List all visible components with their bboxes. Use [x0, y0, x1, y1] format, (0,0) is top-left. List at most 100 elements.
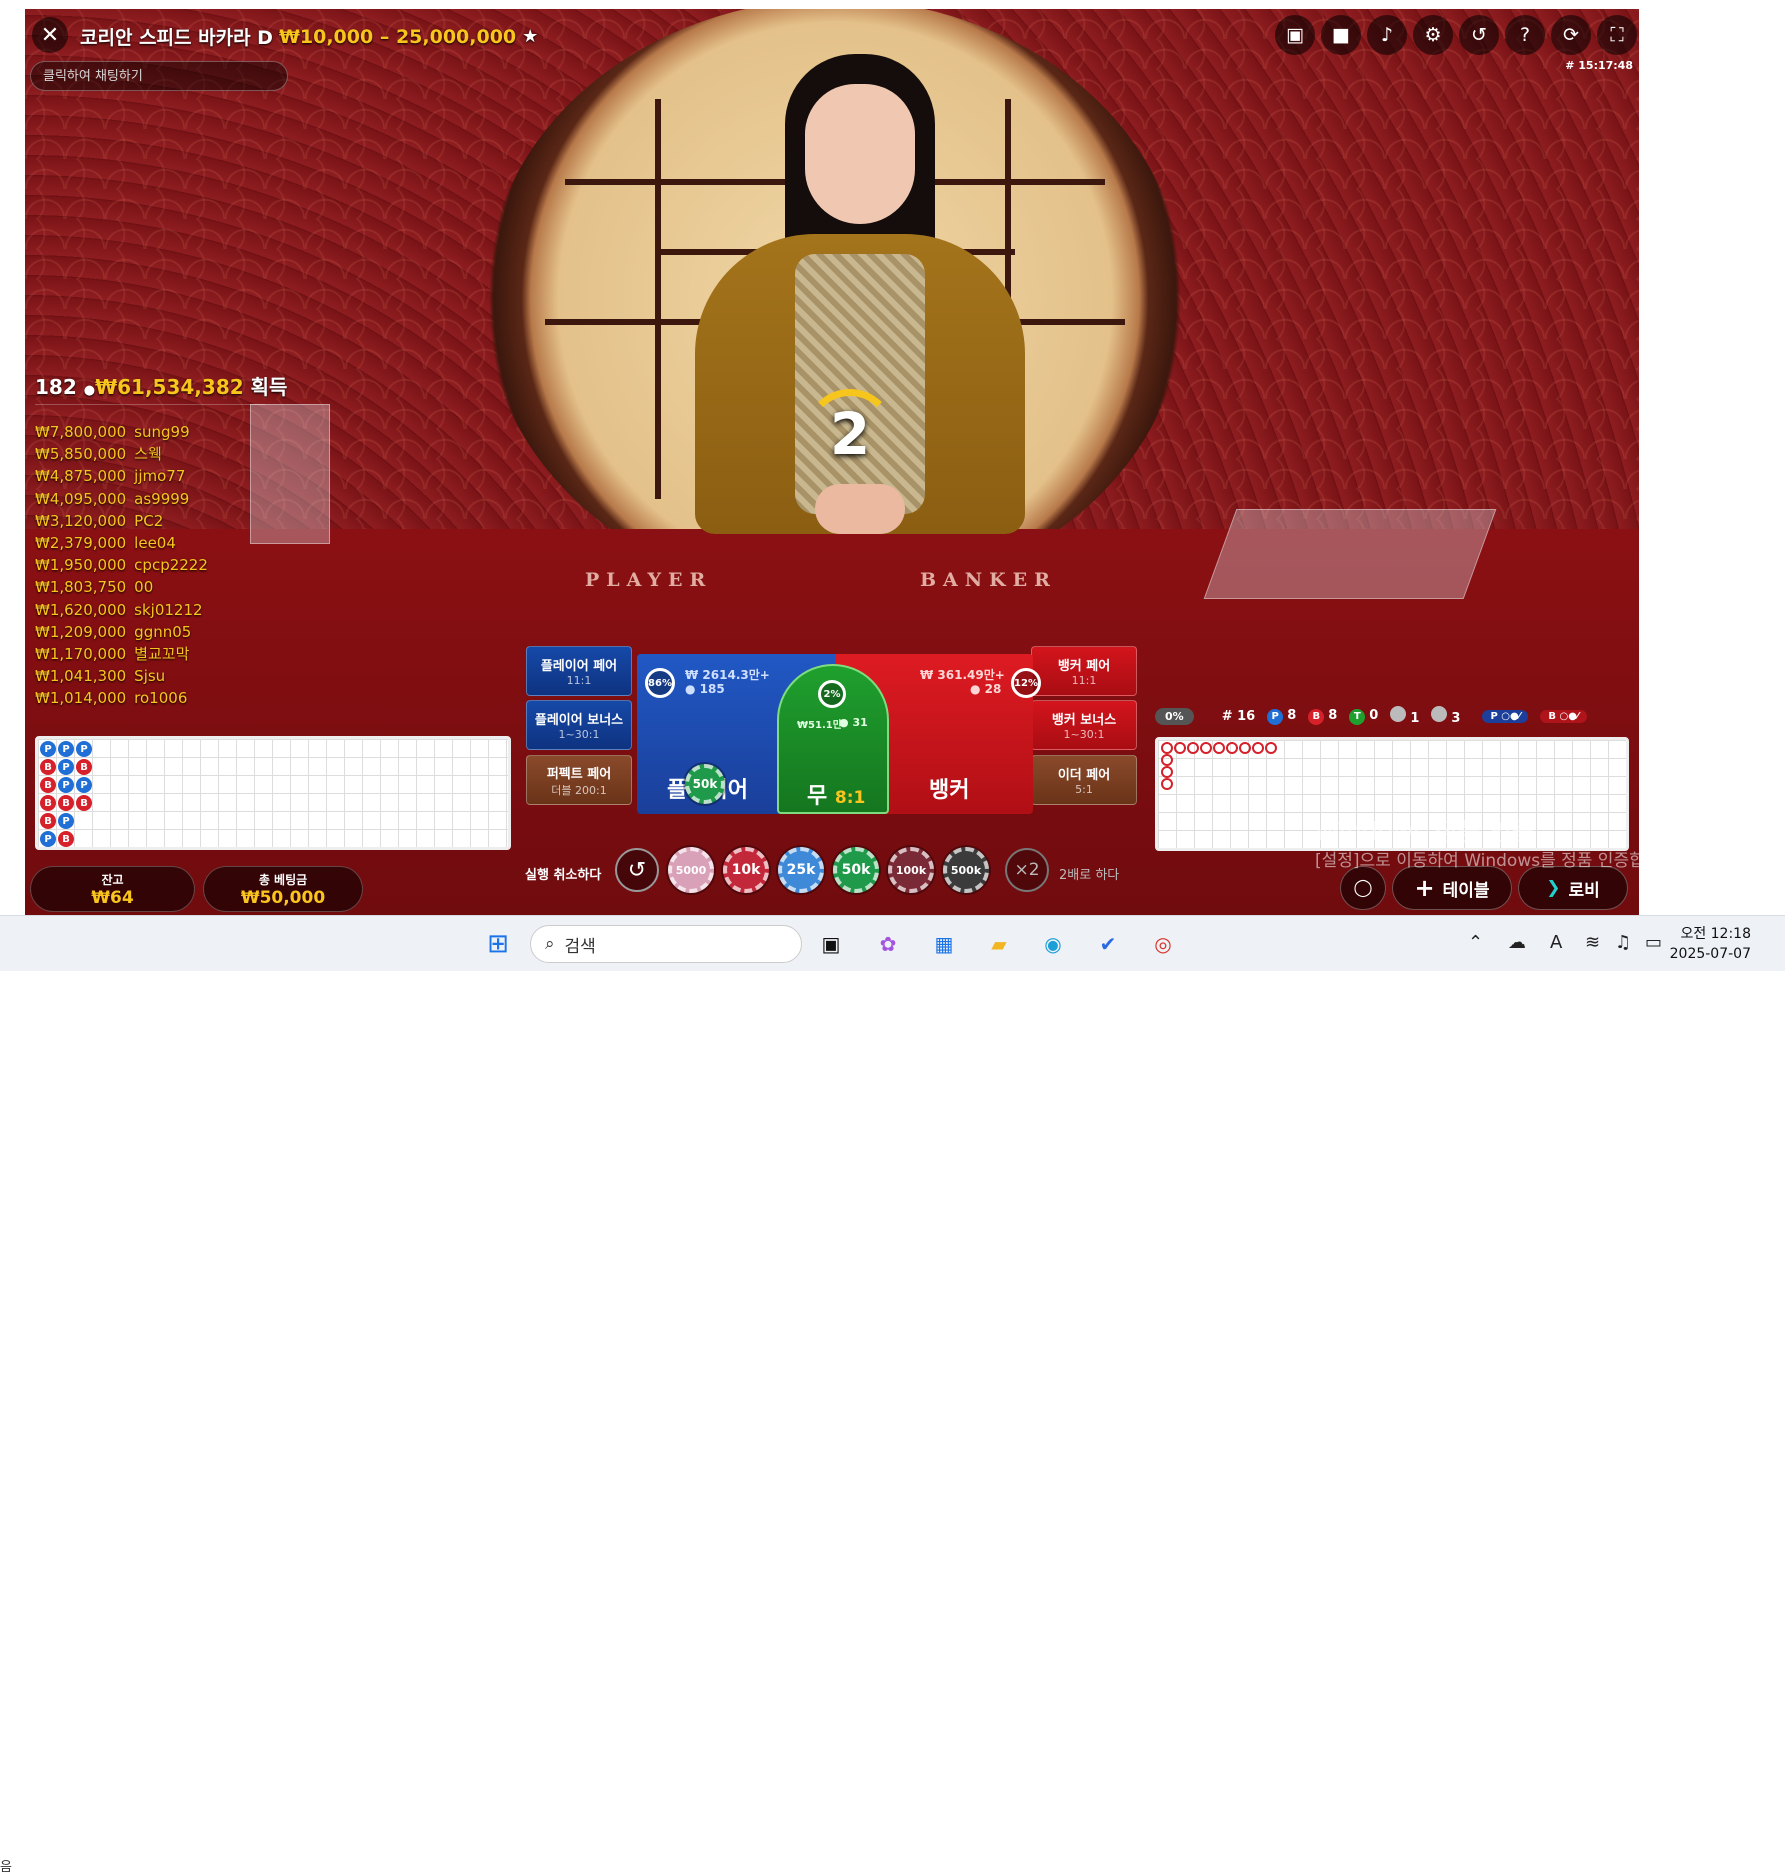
placed-chip[interactable]: 50k — [685, 764, 725, 804]
bead-banker: B — [40, 777, 56, 793]
tie-bet[interactable]: 2% ₩51.1만 ● 31 무 8:1 — [777, 664, 889, 814]
chip-100k[interactable]: 100k — [888, 847, 934, 893]
close-button[interactable]: ✕ — [32, 17, 68, 53]
winner-name: ggnn05 — [134, 622, 192, 641]
player-wins: P8 — [1267, 708, 1296, 725]
banker-pair-bet[interactable]: 뱅커 페어 11:1 — [1031, 646, 1137, 696]
either-pair-bet[interactable]: 이더 페어 5:1 — [1031, 755, 1137, 805]
winner-amount: ₩1,170,000 — [35, 645, 127, 664]
winner-name: 00 — [134, 578, 154, 597]
winner-amount: ₩1,014,000 — [35, 689, 127, 708]
dealer — [665, 44, 1055, 564]
player-pair-bet[interactable]: 플레이어 페어 11:1 — [526, 646, 632, 696]
winner-name: Sjsu — [134, 667, 166, 686]
volume-icon[interactable]: ♪ — [1367, 15, 1407, 55]
bead-player: P — [58, 813, 74, 829]
fullscreen-icon[interactable]: ⛶ — [1597, 15, 1637, 55]
double-button[interactable]: ×2 — [1005, 848, 1049, 892]
task-view-icon[interactable]: ▣ — [815, 928, 847, 960]
banker-bet-amount: ₩ 361.49만+ — [920, 668, 1005, 682]
winner-row: ₩5,850,000 스웩 — [35, 443, 208, 465]
taskbar-clock[interactable]: 오전 12:18 2025-07-07 — [1670, 924, 1751, 964]
road-mark — [1161, 754, 1173, 766]
banker-bonus-odds: 1~30:1 — [1063, 728, 1105, 741]
winner-name: sung99 — [134, 423, 190, 441]
todo-icon[interactable]: ✔ — [1092, 928, 1124, 960]
winner-name: 스웩 — [134, 445, 162, 464]
chat-input[interactable] — [30, 61, 288, 91]
player-table-label: PLAYER — [585, 569, 713, 591]
banker-count: ● 28 — [970, 682, 1002, 696]
chat-bubble-icon: ◯ — [1353, 878, 1373, 898]
start-icon[interactable]: ⊞ — [482, 928, 514, 960]
banker-predict-button[interactable]: B ○●⁄ — [1540, 709, 1587, 723]
refresh-icon[interactable]: ⟳ — [1551, 15, 1591, 55]
road-mark — [1226, 742, 1238, 754]
banker-bonus-bet[interactable]: 뱅커 보너스 1~30:1 — [1031, 700, 1137, 750]
countdown-timer: 2 — [805, 389, 895, 479]
bead-player: P — [76, 741, 92, 757]
chip-5000[interactable]: 5000 — [668, 847, 714, 893]
copilot-icon[interactable]: ✿ — [872, 928, 904, 960]
winner-count: 182 — [35, 375, 77, 399]
bead-player: P — [40, 831, 56, 847]
plus-icon: + — [1414, 874, 1435, 902]
taskbar-search[interactable]: ⌕ 검색 — [530, 925, 802, 963]
chat-toggle-button[interactable]: ◯ — [1340, 866, 1386, 910]
clock-time: 오전 12:18 — [1680, 926, 1751, 942]
file-explorer-icon[interactable]: ▰ — [983, 928, 1015, 960]
banker-percent: 12% — [1011, 668, 1041, 698]
edge-icon[interactable]: ◉ — [1037, 928, 1069, 960]
lobby-icon: ❯ — [1546, 878, 1561, 898]
store-icon[interactable]: ▦ — [928, 928, 960, 960]
banker-pair-odds: 11:1 — [1071, 674, 1097, 687]
volume-tray-icon[interactable]: ♫ — [1615, 932, 1631, 953]
favorite-star-icon[interactable]: ★ — [522, 26, 538, 47]
bead-road[interactable]: PPPBPBBPPBBBBPPB — [35, 736, 511, 850]
total-bet-label: 총 베팅금 — [258, 872, 308, 887]
winner-amount: ₩4,095,000 — [35, 489, 127, 508]
cloud-off-icon[interactable]: ☁ — [1508, 932, 1526, 953]
player-pair-count: 1 — [1390, 706, 1419, 726]
ime-icon[interactable]: A — [1550, 932, 1562, 953]
perfect-pair-odds: 더블 200:1 — [551, 783, 607, 797]
wifi-icon[interactable]: ≋ — [1585, 932, 1600, 953]
banker-wins: B8 — [1308, 708, 1337, 725]
history-icon[interactable]: ↺ — [1459, 15, 1499, 55]
player-count: ● 185 — [685, 682, 725, 696]
total-bet-value: ₩50,000 — [240, 887, 326, 908]
chevron-up-icon[interactable]: ⌃ — [1468, 932, 1483, 953]
chip-50k[interactable]: 50k — [833, 847, 879, 893]
chip-500k[interactable]: 500k — [943, 847, 989, 893]
bead-player: P — [76, 777, 92, 793]
add-table-button[interactable]: + 테이블 — [1392, 866, 1512, 910]
help-icon[interactable]: ? — [1505, 15, 1545, 55]
winner-name: 별교꼬막 — [134, 645, 190, 664]
winner-amount: ₩1,209,000 — [35, 622, 127, 641]
chip-25k[interactable]: 25k — [778, 847, 824, 893]
chip-10k[interactable]: 10k — [723, 847, 769, 893]
chat-icon[interactable]: ▣ — [1275, 15, 1315, 55]
player-predict-button[interactable]: P ○●⁄ — [1482, 709, 1529, 723]
gear-icon[interactable]: ⚙ — [1413, 15, 1453, 55]
battery-icon[interactable]: ▭ — [1645, 932, 1662, 953]
bead-banker: B — [40, 759, 56, 775]
clipped-text: 음 — [0, 1860, 12, 1875]
tie-count: ● 31 — [839, 716, 868, 729]
video-icon[interactable]: ■ — [1321, 15, 1361, 55]
tie-bet-amount: ₩51.1만 — [797, 720, 842, 731]
winner-amount: ₩1,620,000 — [35, 600, 127, 619]
player-bonus-bet[interactable]: 플레이어 보너스 1~30:1 — [526, 700, 632, 750]
add-table-label: 테이블 — [1442, 880, 1490, 901]
banker-table-label: BANKER — [920, 569, 1057, 591]
balance-display: 잔고 ₩64 — [30, 866, 195, 912]
winners-total: ₩61,534,382 — [95, 375, 244, 399]
perfect-pair-bet[interactable]: 퍼펙트 페어 더블 200:1 — [526, 755, 632, 805]
undo-button[interactable]: ↺ — [615, 848, 659, 892]
search-label: 검색 — [564, 936, 596, 957]
chrome-icon[interactable]: ◎ — [1147, 928, 1179, 960]
person-icon: ● — [83, 383, 96, 398]
winner-row: ₩4,875,000 jjmo77 — [35, 465, 208, 487]
lobby-button[interactable]: ❯ 로비 — [1518, 866, 1628, 910]
winner-row: ₩4,095,000 as9999 — [35, 488, 208, 510]
